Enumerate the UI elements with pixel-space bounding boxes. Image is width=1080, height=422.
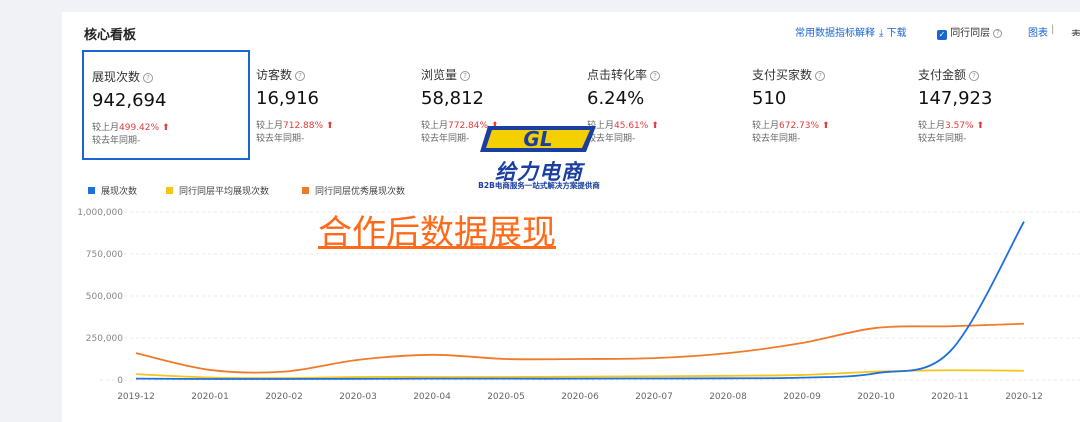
chart-lines xyxy=(135,221,1025,380)
x-tick-label: 2020-05 xyxy=(487,392,525,402)
x-tick-label: 2020-02 xyxy=(265,392,303,402)
x-tick-label: 2020-12 xyxy=(1005,392,1043,402)
x-tick-label: 2020-01 xyxy=(191,392,229,402)
x-tick-label: 2019-12 xyxy=(117,392,155,402)
x-tick-label: 2020-10 xyxy=(857,392,895,402)
x-tick-label: 2020-08 xyxy=(709,392,747,402)
y-tick-label: 1,000,000 xyxy=(77,208,123,218)
y-tick-label: 500,000 xyxy=(86,292,123,302)
x-tick-label: 2020-11 xyxy=(931,392,969,402)
overlay-title: 合作后数据展现 xyxy=(318,213,556,253)
x-axis-ticks: 2019-12 2020-01 2020-02 2020-03 2020-04 2020-… xyxy=(117,392,1043,402)
series-line-2 xyxy=(135,322,1025,374)
x-tick-label: 2020-09 xyxy=(783,392,821,402)
x-tick-label: 2020-07 xyxy=(635,392,673,402)
series-line-0 xyxy=(135,221,1025,380)
y-axis-ticks: 1,000,000 750,000 500,000 250,000 0 xyxy=(77,208,123,386)
x-tick-label: 2020-03 xyxy=(339,392,377,402)
x-tick-label: 2020-06 xyxy=(561,392,599,402)
x-tick-label: 2020-04 xyxy=(413,392,451,402)
y-tick-label: 0 xyxy=(117,376,123,386)
y-tick-label: 750,000 xyxy=(86,250,123,260)
y-tick-label: 250,000 xyxy=(86,334,123,344)
chart-grid xyxy=(100,211,1080,381)
